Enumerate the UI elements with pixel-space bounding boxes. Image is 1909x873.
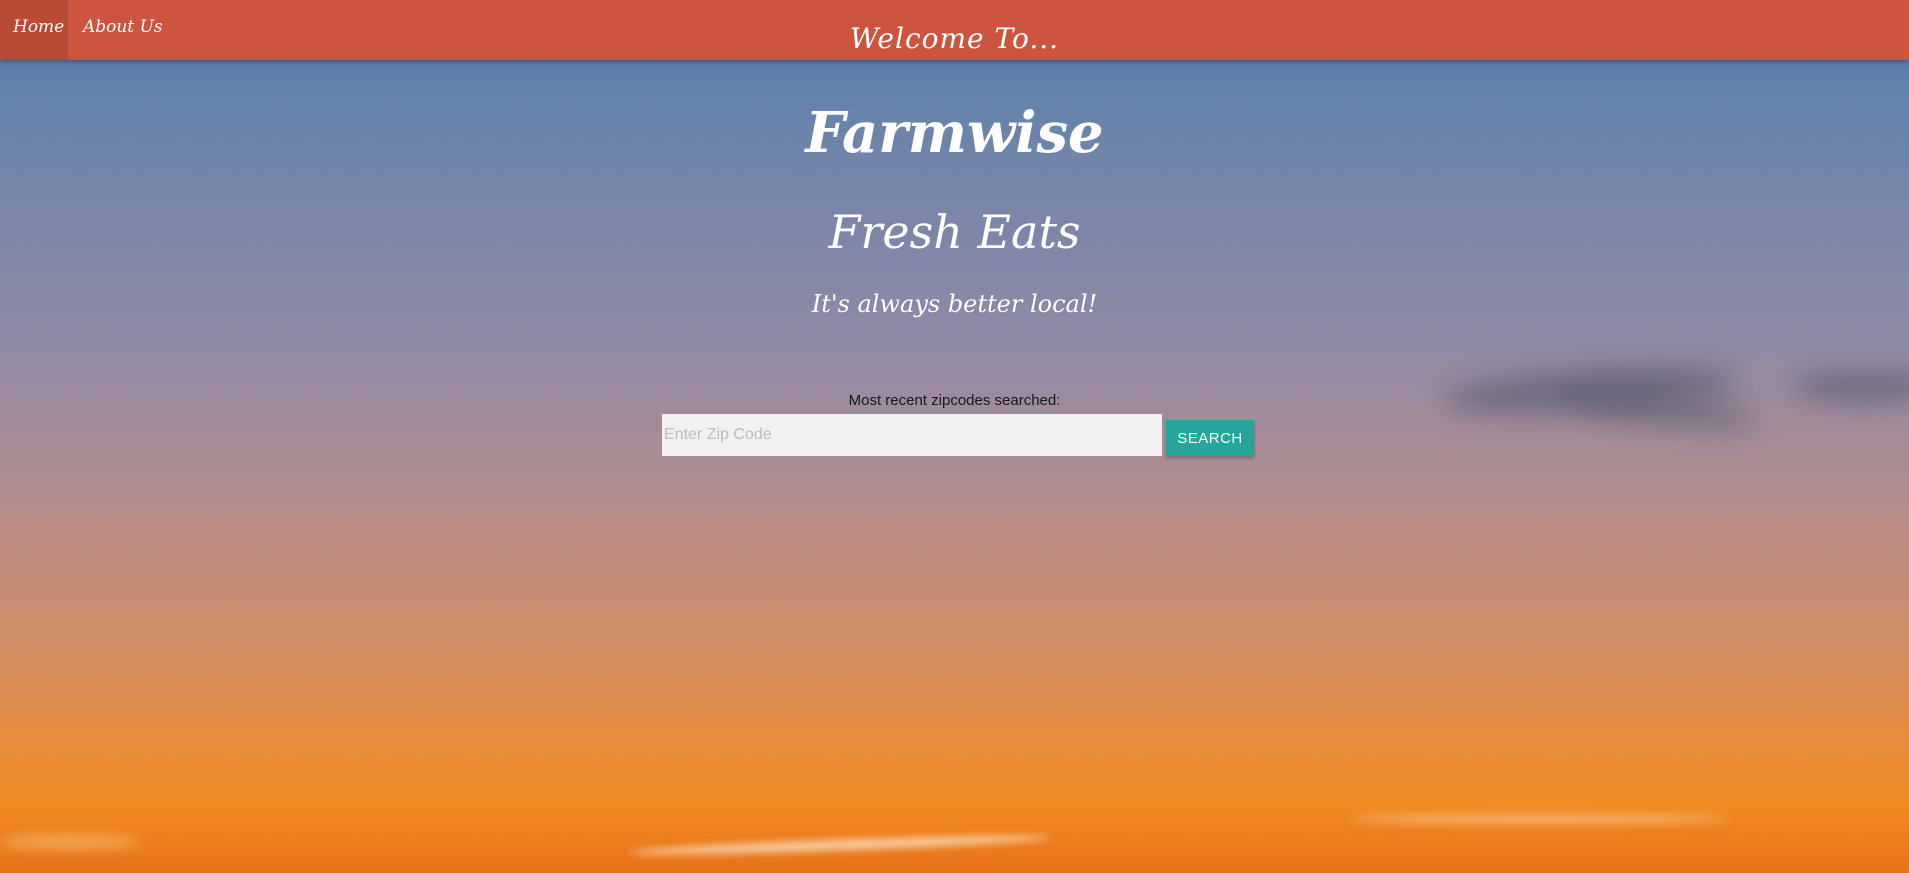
tagline-heading: Fresh Eats <box>828 205 1081 259</box>
search-button[interactable]: SEARCH <box>1166 420 1254 456</box>
brand-heading: Farmwise <box>805 100 1104 166</box>
background-haze <box>629 832 1051 858</box>
recent-zipcodes-label: Most recent zipcodes searched: <box>848 392 1061 409</box>
background-haze <box>1350 815 1730 823</box>
top-navbar: Home About Us Welcome To... <box>0 0 1909 60</box>
navbar-title: Welcome To... <box>849 22 1060 55</box>
subtitle-text: It's always better local! <box>811 290 1098 318</box>
zip-code-input[interactable] <box>662 414 1162 456</box>
background-haze <box>0 835 140 849</box>
